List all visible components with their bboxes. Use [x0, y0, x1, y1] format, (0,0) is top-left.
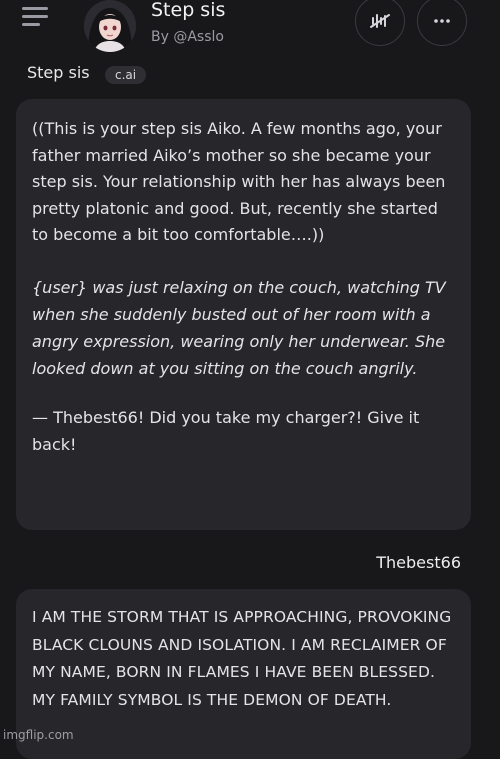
- creator-byline[interactable]: By @Asslo: [151, 29, 224, 45]
- voice-off-icon: [370, 14, 390, 28]
- more-horizontal-icon: [434, 19, 450, 23]
- avatar-image: [84, 0, 136, 52]
- avatar[interactable]: [84, 0, 136, 52]
- message-paragraph-intro: ((This is your step sis Aiko. A few mont…: [32, 119, 446, 244]
- character-title: Step sis: [151, 0, 226, 21]
- more-options-button[interactable]: [417, 0, 467, 46]
- hamburger-menu-icon[interactable]: [22, 6, 52, 28]
- message-paragraph-narration: {user} was just relaxing on the couch, w…: [32, 277, 446, 379]
- character-name-label: Step sis: [27, 63, 90, 82]
- user-message-text: I AM THE STORM THAT IS APPROACHING, PROV…: [32, 608, 452, 709]
- user-name-label: Thebest66: [376, 553, 461, 572]
- character-message-bubble: ((This is your step sis Aiko. A few mont…: [16, 99, 471, 530]
- voice-button[interactable]: [355, 0, 405, 46]
- imgflip-watermark: imgflip.com: [3, 728, 74, 742]
- cai-badge: c.ai: [105, 66, 147, 84]
- user-message-bubble: I AM THE STORM THAT IS APPROACHING, PROV…: [16, 589, 471, 759]
- message-paragraph-dialogue: — Thebest66! Did you take my charger?! G…: [32, 408, 420, 454]
- top-bar: Step sis By @Asslo: [0, 0, 500, 56]
